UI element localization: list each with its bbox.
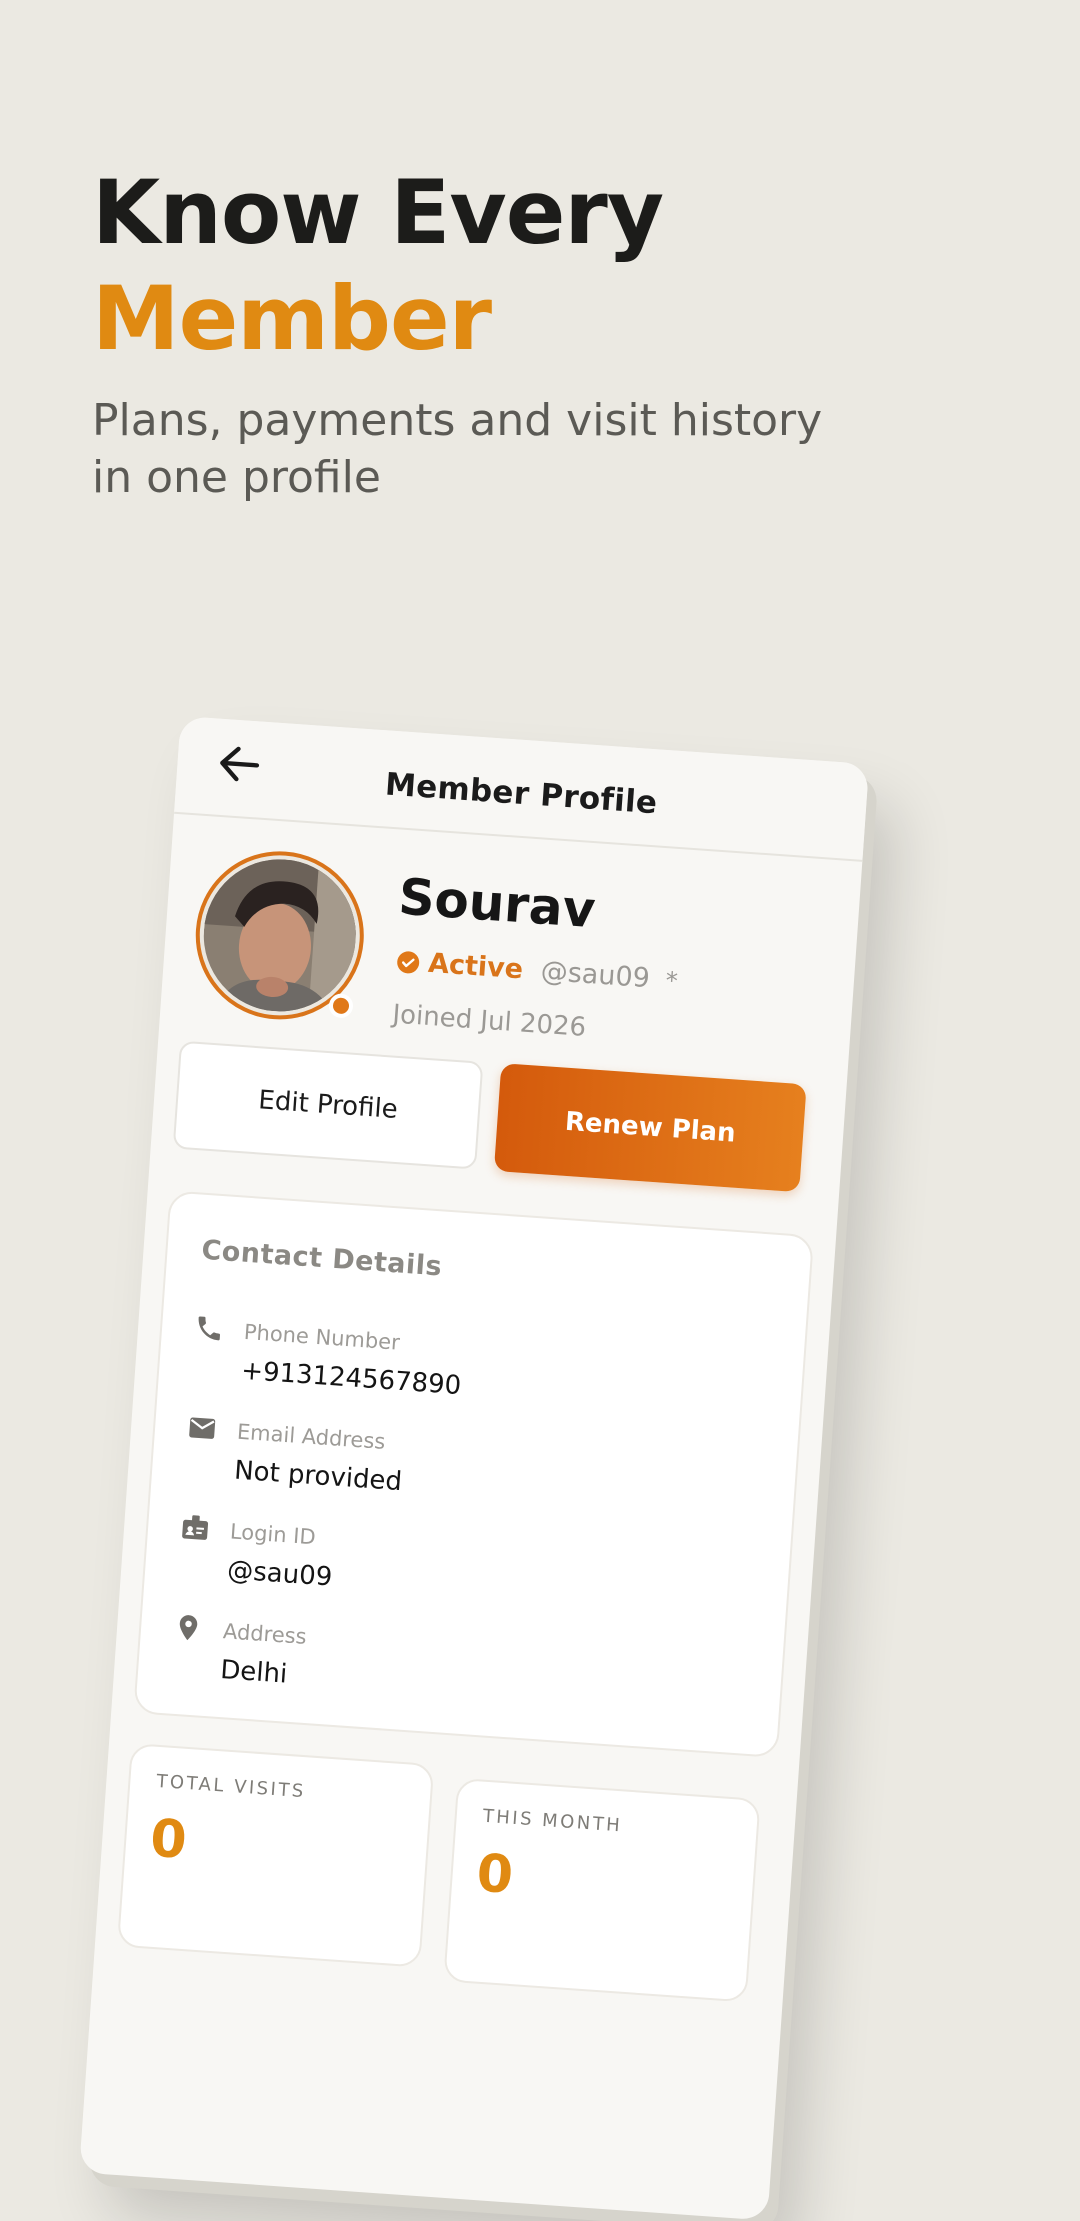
- check-circle-icon: [397, 950, 420, 973]
- contact-label: Login ID: [229, 1519, 317, 1550]
- online-status-dot: [328, 993, 354, 1019]
- separator: *: [664, 965, 679, 995]
- phone-mockup: Member Profile Sourav Active @sau09 * Jo…: [78, 715, 870, 2221]
- hero-title-line2: Member: [92, 267, 492, 370]
- mail-icon: [189, 1417, 216, 1439]
- contact-label: Address: [222, 1619, 308, 1649]
- phone-icon: [198, 1316, 221, 1341]
- status-row: Active @sau09 *: [395, 946, 679, 997]
- username: @sau09: [539, 955, 651, 995]
- joined-date: Joined Jul 2026: [391, 999, 587, 1043]
- contact-label: Email Address: [236, 1419, 387, 1454]
- avatar-photo: [198, 854, 361, 1017]
- status-badge: Active: [427, 947, 525, 986]
- stats-row: TOTAL VISITS 0 THIS MONTH 0: [116, 1742, 776, 2008]
- contact-value: Not provided: [233, 1455, 403, 1498]
- stat-card-total-visits[interactable]: TOTAL VISITS 0: [116, 1742, 435, 1968]
- contact-details-card: Contact Details Phone Number +9131245678…: [133, 1190, 815, 1759]
- contact-value: Delhi: [219, 1655, 289, 1690]
- hero-section: Know Every Member Plans, payments and vi…: [92, 160, 992, 506]
- contact-value: @sau09: [226, 1555, 334, 1593]
- id-badge-icon: [182, 1515, 209, 1540]
- location-pin-icon: [179, 1615, 198, 1641]
- member-name: Sourav: [396, 867, 598, 940]
- stat-label: TOTAL VISITS: [155, 1770, 307, 1803]
- stat-value: 0: [148, 1808, 189, 1872]
- action-buttons: Edit Profile Renew Plan: [150, 1039, 847, 1207]
- card-title: Contact Details: [200, 1234, 444, 1283]
- contact-label: Phone Number: [243, 1319, 401, 1355]
- contact-value: +913124567890: [240, 1355, 463, 1402]
- avatar[interactable]: [190, 845, 370, 1026]
- renew-plan-button[interactable]: Renew Plan: [493, 1063, 807, 1193]
- hero-title-line1: Know Every: [92, 161, 664, 264]
- edit-profile-button[interactable]: Edit Profile: [172, 1040, 484, 1170]
- stat-value: 0: [474, 1843, 516, 1906]
- stat-card-this-month[interactable]: THIS MONTH 0: [443, 1777, 761, 2003]
- stat-label: THIS MONTH: [482, 1805, 623, 1837]
- hero-subtitle: Plans, payments and visit history in one…: [92, 395, 823, 503]
